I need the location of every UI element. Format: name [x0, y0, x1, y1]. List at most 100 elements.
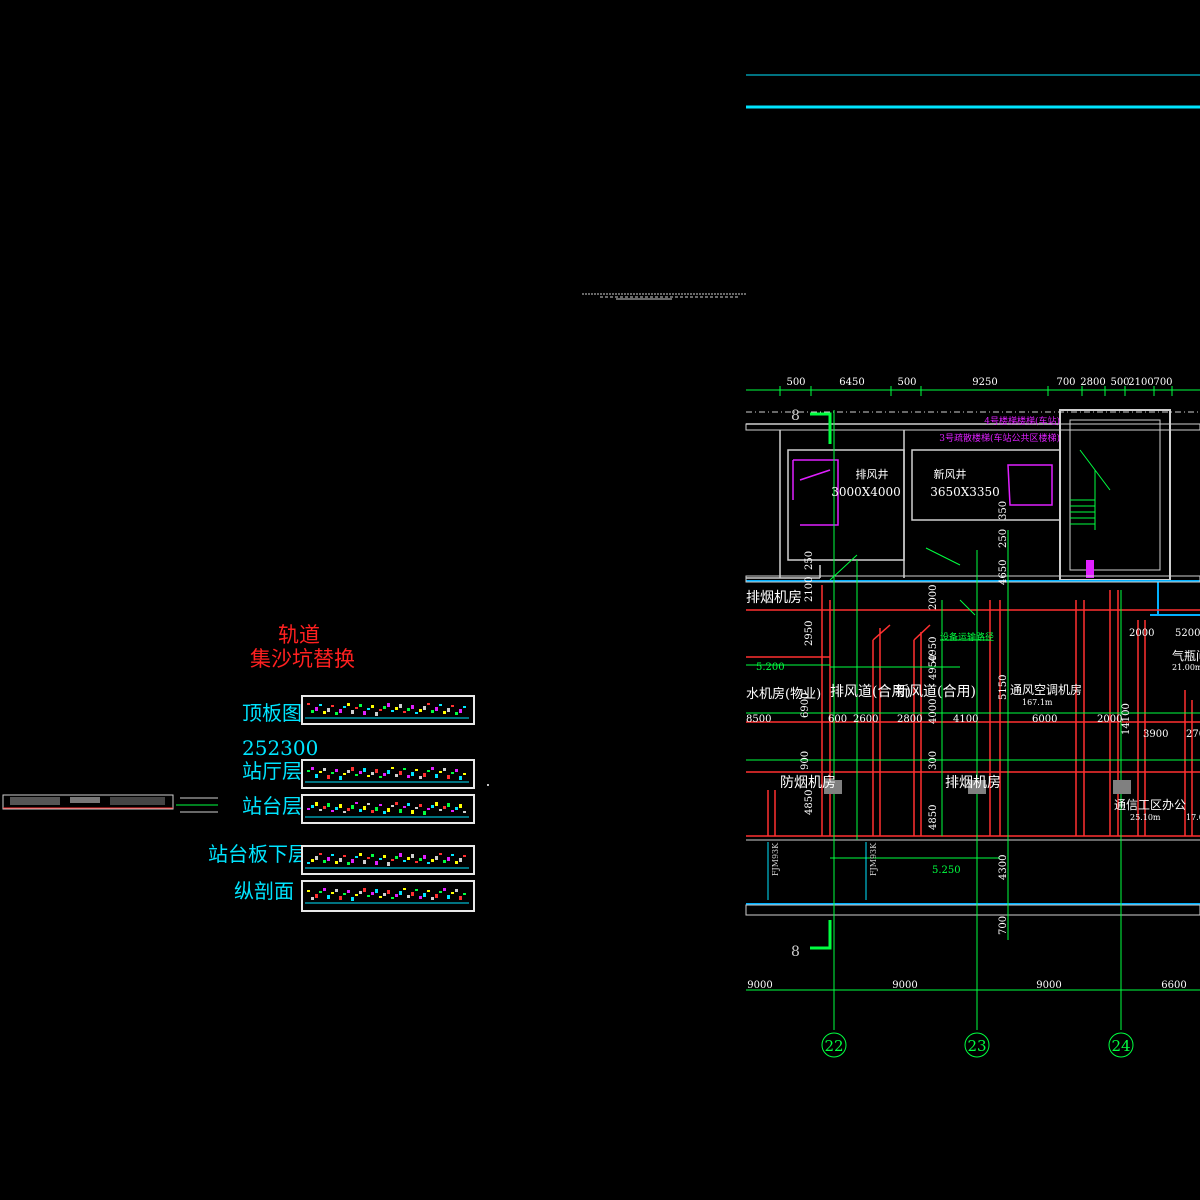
inner-dimension: 2800	[897, 714, 922, 725]
stair-inner	[1069, 419, 1161, 571]
room-label: 新风道(合用)	[895, 684, 976, 700]
shaft-size: 3650X3350	[930, 485, 1000, 499]
stair-enclosure	[1059, 409, 1171, 581]
sheet-thumb-drawing	[305, 802, 469, 818]
transport-path-label: 设备运输路径	[940, 631, 994, 643]
note-sand-pit: 集沙坑替换	[250, 647, 355, 671]
stair-treads	[1070, 449, 1111, 530]
inner-dimension: 700	[998, 916, 1009, 935]
stair-label: 4号楼梯楼梯(车站)	[984, 415, 1060, 427]
inner-dimension: 3900	[1143, 729, 1168, 740]
stair-marker	[1086, 560, 1094, 578]
inner-dimension: 350	[998, 501, 1009, 520]
overview-thumbnail	[2, 794, 218, 813]
inner-dimension: 6900	[800, 693, 811, 718]
inner-dimension: 4300	[998, 855, 1009, 880]
room-label: 气瓶间	[1172, 648, 1200, 663]
section-marker-bottom: 8	[791, 944, 800, 960]
wall-hatch-top	[745, 423, 1200, 431]
inner-dimension: 5150	[998, 675, 1009, 700]
tiny-title-strip	[582, 293, 746, 300]
exhaust-shaft-box	[787, 449, 905, 561]
note-track: 轨道	[278, 623, 320, 647]
sheet-label-section[interactable]: 纵剖面	[234, 880, 294, 902]
inner-dimension: 2950	[804, 621, 815, 646]
inner-dimension: 4650	[998, 560, 1009, 585]
bottom-dimension-label: 6600	[1161, 980, 1186, 991]
inner-dimension: 4000	[928, 699, 939, 724]
axis-number: 22	[824, 1037, 843, 1055]
room-label: 排烟机房	[746, 590, 802, 606]
axis-number: 24	[1111, 1037, 1130, 1055]
shaft-size: 3000X4000	[831, 485, 901, 499]
axis-number: 23	[967, 1037, 986, 1055]
elevation-mark: 5.200	[756, 662, 785, 673]
top-dimension-label: 2100	[1128, 377, 1153, 388]
inner-dimension: 2600	[853, 714, 878, 725]
bottom-dimension-label: 9000	[1036, 980, 1061, 991]
sheet-thumb-roof[interactable]	[301, 695, 475, 725]
door-tag: FJM93K	[771, 842, 780, 876]
inner-dimension: 5200	[1175, 628, 1200, 639]
top-dimension-label: 500	[897, 377, 916, 388]
shaft-name: 排风井	[856, 467, 889, 481]
bottom-dimension-label: 9000	[747, 980, 772, 991]
door-tag: FJM93K	[869, 842, 878, 876]
cad-drawing-canvas: 500 6450 500 9250 700 2800 5002100 7009000 9000 9…	[2, 74, 1200, 1058]
stair-label: 3号疏散楼梯(车站公共区楼梯)	[939, 432, 1060, 444]
room-label: 通信工区办公	[1114, 797, 1186, 812]
top-dimension-label: 500	[1110, 377, 1129, 388]
inner-dimension: 2100	[804, 577, 815, 602]
inner-dimension: 2700	[1186, 729, 1200, 740]
shaft-walls	[746, 423, 1061, 579]
inner-dimension: 8500	[746, 714, 771, 725]
room-label: 防烟机房	[780, 775, 836, 791]
inner-dimension: 14100	[1121, 703, 1132, 735]
section-marker-top: 8	[791, 408, 800, 424]
inner-dimension: 4950	[928, 655, 939, 680]
inner-dimension: 250	[804, 551, 815, 570]
top-dimension-label: 700	[1056, 377, 1075, 388]
inner-dimension: 2000	[928, 585, 939, 610]
top-dimension-label: 9250	[972, 377, 997, 388]
inner-dimension: 4850	[928, 805, 939, 830]
sheet-thumb-concourse[interactable]	[301, 759, 475, 789]
sheet-thumb-drawing	[305, 767, 469, 783]
inner-dimension: 4100	[953, 714, 978, 725]
room-label: 排烟机房	[945, 775, 1001, 791]
top-dimension-label: 6450	[839, 377, 864, 388]
inner-dimension: 4850	[804, 790, 815, 815]
section-cut-marks	[810, 412, 832, 950]
inner-dimension: 900	[800, 751, 811, 770]
sheet-label-under-platform[interactable]: 站台板下层	[208, 843, 308, 865]
sheet-thumb-drawing	[305, 703, 469, 719]
top-dimension-label: 700	[1153, 377, 1172, 388]
inner-dimension: 600	[828, 714, 847, 725]
room-area: 21.00m	[1172, 663, 1200, 672]
sheet-thumb-platform[interactable]	[301, 794, 475, 824]
sheet-thumb-drawing	[305, 888, 469, 904]
inner-dimension: 250	[998, 529, 1009, 548]
room-label: 通风空调机房	[1010, 682, 1082, 697]
inner-dimension: 300	[928, 751, 939, 770]
number-label: 252300	[242, 736, 319, 760]
sheet-thumb-under-platform[interactable]	[301, 845, 475, 875]
room-area: 25.10m	[1130, 813, 1161, 822]
sheet-label-roof[interactable]: 顶板图	[242, 702, 302, 724]
fjm-markers	[767, 842, 867, 900]
top-dimension-label: 500	[786, 377, 805, 388]
bottom-dimension-label: 9000	[892, 980, 917, 991]
shaft-name: 新风井	[934, 467, 967, 481]
inner-dimension: 2000	[1097, 714, 1122, 725]
room-area: 167.1m	[1022, 698, 1053, 707]
sheet-label-platform[interactable]: 站台层	[242, 795, 302, 817]
room-area: 17.0	[1186, 813, 1200, 822]
elevation-mark: 5.250	[932, 865, 961, 876]
sheet-label-concourse[interactable]: 站厅层	[242, 760, 302, 782]
top-dimension-label: 2800	[1080, 377, 1105, 388]
sheet-thumb-section[interactable]	[301, 880, 475, 912]
inner-dimension: 6000	[1032, 714, 1057, 725]
stray-dot	[487, 784, 489, 786]
sheet-thumb-drawing	[305, 853, 469, 869]
inner-dimension: 2000	[1129, 628, 1154, 639]
